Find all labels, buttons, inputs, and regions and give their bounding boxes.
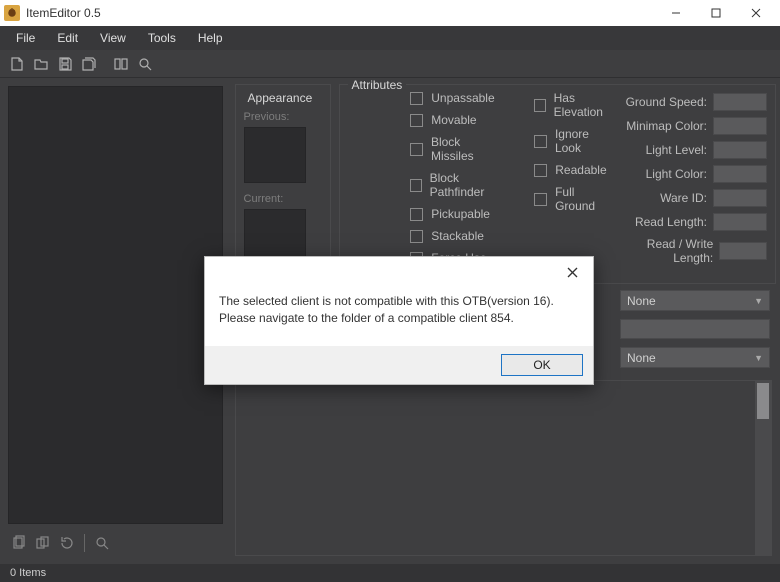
ware-id-input[interactable] <box>713 189 767 207</box>
combo-1[interactable]: None ▼ <box>620 290 770 311</box>
chevron-down-icon: ▼ <box>754 296 763 306</box>
minimap-color-input[interactable] <box>713 117 767 135</box>
search-icon[interactable] <box>91 532 113 554</box>
ck-ignore-look-label: Ignore Look <box>555 127 617 155</box>
toolbar <box>0 50 780 78</box>
ck-block-missiles-label: Block Missiles <box>431 135 504 163</box>
menu-file[interactable]: File <box>6 28 45 48</box>
error-dialog: The selected client is not compatible wi… <box>204 256 594 385</box>
rw-length-label: Read / Write Length: <box>617 237 714 265</box>
ck-movable-label: Movable <box>431 113 476 127</box>
vertical-scrollbar[interactable] <box>755 381 771 555</box>
ck-stackable[interactable]: Stackable <box>410 229 504 243</box>
menubar: File Edit View Tools Help <box>0 26 780 50</box>
attributes-title: Attributes <box>348 78 407 269</box>
preview-area <box>235 380 772 556</box>
ck-readable[interactable]: Readable <box>534 163 616 177</box>
chevron-down-icon: ▼ <box>754 353 763 363</box>
previous-swatch <box>244 127 306 183</box>
ck-pickupable-label: Pickupable <box>431 207 490 221</box>
menu-tools[interactable]: Tools <box>138 28 186 48</box>
scrollbar-thumb[interactable] <box>757 383 769 419</box>
ck-movable[interactable]: Movable <box>410 113 504 127</box>
dialog-footer: OK <box>205 346 593 384</box>
dialog-message: The selected client is not compatible wi… <box>205 287 593 346</box>
ck-has-elevation-label: Has Elevation <box>554 91 617 119</box>
ck-block-missiles[interactable]: Block Missiles <box>410 135 504 163</box>
rw-length-input[interactable] <box>719 242 767 260</box>
appearance-title: Appearance <box>244 91 317 105</box>
open-folder-icon[interactable] <box>30 53 52 75</box>
save-all-icon[interactable] <box>78 53 100 75</box>
duplicate-icon[interactable] <box>32 532 54 554</box>
ware-id-label: Ware ID: <box>660 191 707 205</box>
ck-stackable-label: Stackable <box>431 229 484 243</box>
status-bar: 0 Items <box>0 564 780 582</box>
combo-2[interactable]: None ▼ <box>620 347 770 368</box>
save-icon[interactable] <box>54 53 76 75</box>
ck-ignore-look[interactable]: Ignore Look <box>534 127 616 155</box>
ground-speed-label: Ground Speed: <box>626 95 707 109</box>
compare-icon[interactable] <box>110 53 132 75</box>
previous-label: Previous: <box>244 111 322 123</box>
current-label: Current: <box>244 193 322 205</box>
menu-help[interactable]: Help <box>188 28 233 48</box>
ck-readable-label: Readable <box>555 163 606 177</box>
ck-block-pathfinder-label: Block Pathfinder <box>430 171 505 199</box>
ck-unpassable-label: Unpassable <box>431 91 494 105</box>
ck-pickupable[interactable]: Pickupable <box>410 207 504 221</box>
combo-1-value: None <box>627 294 656 308</box>
ck-unpassable[interactable]: Unpassable <box>410 91 504 105</box>
ground-speed-input[interactable] <box>713 93 767 111</box>
light-color-label: Light Color: <box>646 167 707 181</box>
item-list-canvas[interactable] <box>8 86 223 524</box>
ok-button[interactable]: OK <box>501 354 583 376</box>
reload-icon[interactable] <box>56 532 78 554</box>
titlebar: ItemEditor 0.5 <box>0 0 780 26</box>
close-button[interactable] <box>736 0 776 26</box>
menu-view[interactable]: View <box>90 28 136 48</box>
copy-icon[interactable] <box>8 532 30 554</box>
left-toolbar <box>8 524 223 556</box>
light-color-input[interactable] <box>713 165 767 183</box>
separator <box>84 534 85 552</box>
minimize-button[interactable] <box>656 0 696 26</box>
attributes-group: Attributes Unpassable Movable Block Miss… <box>339 84 776 284</box>
minimap-color-label: Minimap Color: <box>626 119 707 133</box>
ck-has-elevation[interactable]: Has Elevation <box>534 91 616 119</box>
window-title: ItemEditor 0.5 <box>26 6 656 20</box>
left-panel <box>0 78 231 564</box>
light-level-label: Light Level: <box>646 143 707 157</box>
combo-2-value: None <box>627 351 656 365</box>
status-items: 0 Items <box>10 567 46 579</box>
ck-full-ground-label: Full Ground <box>555 185 617 213</box>
dialog-close-button[interactable] <box>557 259 587 285</box>
read-length-input[interactable] <box>713 213 767 231</box>
find-icon[interactable] <box>134 53 156 75</box>
dialog-titlebar <box>205 257 593 287</box>
maximize-button[interactable] <box>696 0 736 26</box>
light-level-input[interactable] <box>713 141 767 159</box>
new-file-icon[interactable] <box>6 53 28 75</box>
ck-full-ground[interactable]: Full Ground <box>534 185 616 213</box>
menu-edit[interactable]: Edit <box>47 28 88 48</box>
app-icon <box>4 5 20 21</box>
text-field[interactable] <box>620 319 770 339</box>
ck-block-pathfinder[interactable]: Block Pathfinder <box>410 171 504 199</box>
appearance-group: Appearance Previous: Current: <box>235 84 331 284</box>
read-length-label: Read Length: <box>635 215 707 229</box>
